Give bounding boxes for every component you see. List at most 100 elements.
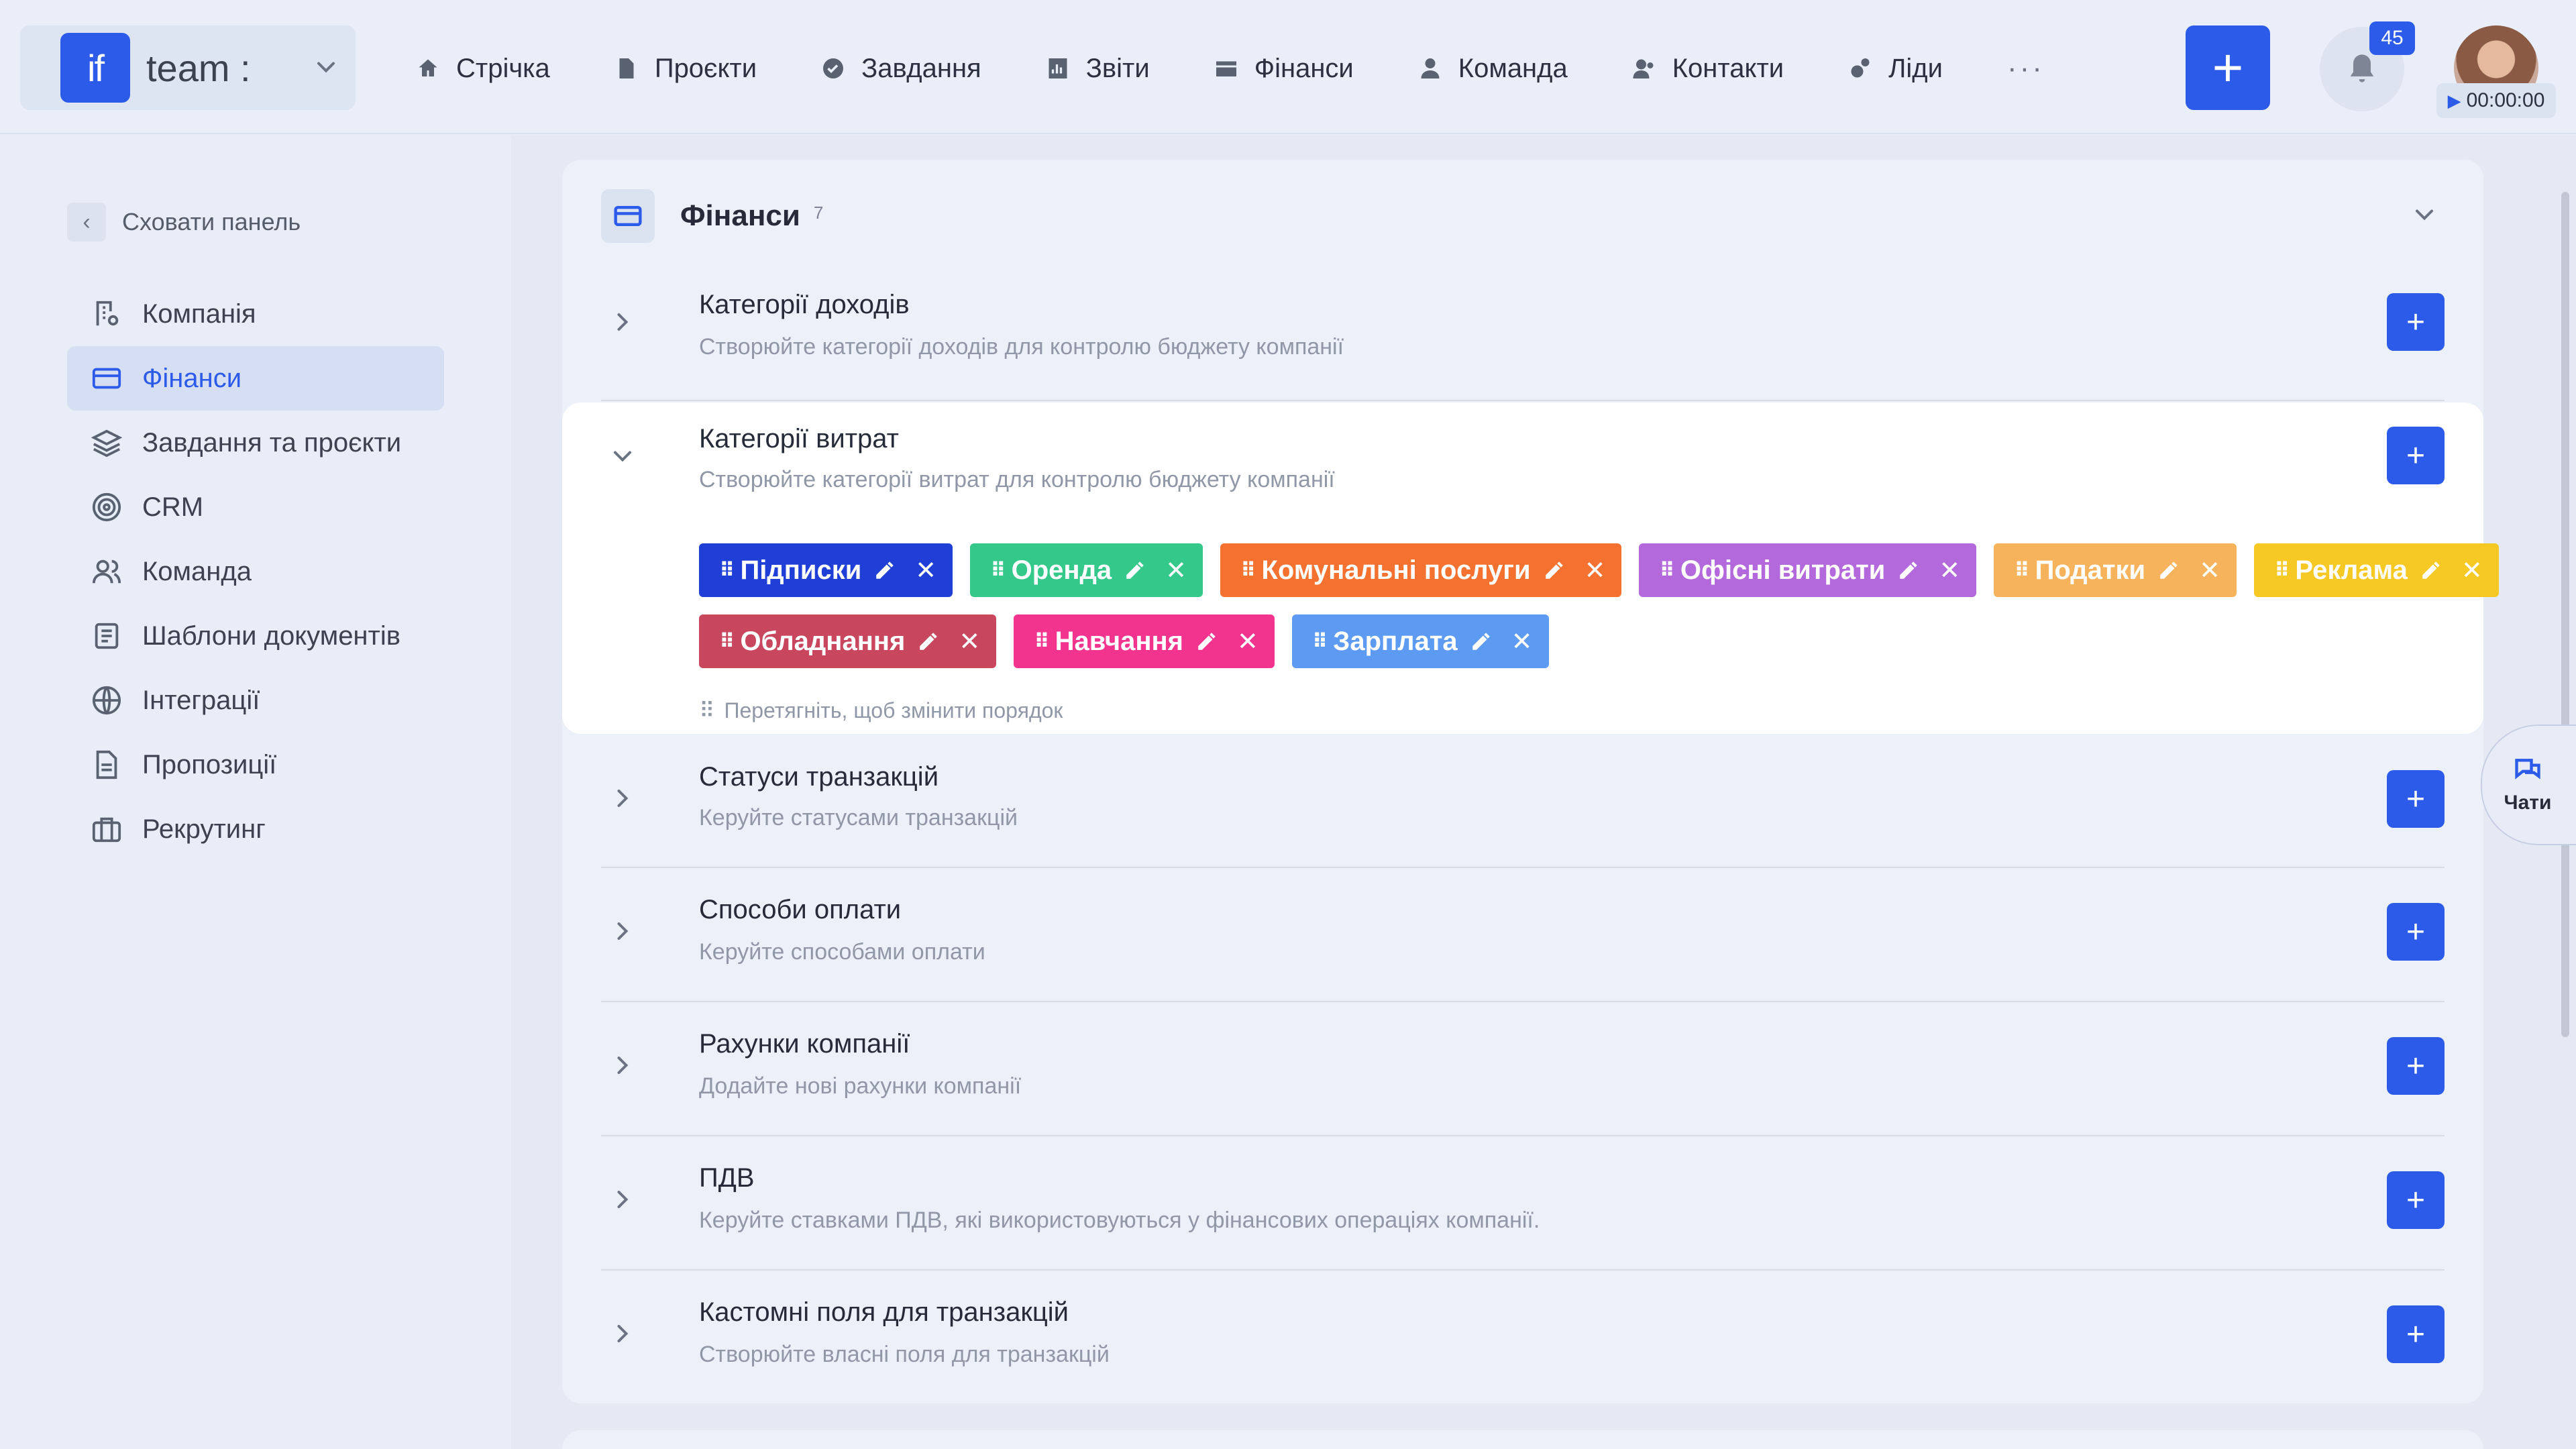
sidebar-item-crm[interactable]: CRM — [67, 475, 444, 539]
section-title: Категорії доходів — [699, 290, 910, 319]
sidebar-item-company[interactable]: Компанія — [67, 282, 444, 346]
report-icon — [1049, 58, 1067, 78]
card-icon — [601, 189, 655, 243]
expense-tag[interactable]: ⠿ Офісні витрати ✕ — [1639, 543, 1977, 597]
drag-handle-icon[interactable]: ⠿ — [990, 559, 1006, 582]
expense-tag[interactable]: ⠿ Зарплата ✕ — [1291, 614, 1549, 668]
drag-handle-icon[interactable]: ⠿ — [2274, 559, 2290, 582]
add-vat-button[interactable]: + — [2387, 1171, 2445, 1229]
add-expense-category-button[interactable]: + — [2387, 427, 2445, 484]
add-custom-field-button[interactable]: + — [2387, 1305, 2445, 1363]
scrollbar[interactable] — [2561, 192, 2569, 1037]
time-tracker[interactable]: ▶ 00:00:00 — [2436, 83, 2556, 118]
sidebar-item-finances[interactable]: Фінанси — [67, 346, 444, 411]
nav-label: Проєкти — [654, 53, 757, 83]
nav-projects[interactable]: Проєкти — [614, 39, 757, 98]
nav-label: Завдання — [861, 53, 981, 83]
expense-tag[interactable]: ⠿ Податки ✕ — [1994, 543, 2237, 597]
chevron-right-icon[interactable] — [608, 1319, 637, 1348]
add-transaction-status-button[interactable]: + — [2387, 770, 2445, 828]
drag-handle-icon[interactable]: ⠿ — [719, 559, 735, 582]
section-custom-fields: Кастомні поля для транзакцій Створюйте в… — [601, 1271, 2445, 1403]
team-icon — [92, 559, 121, 584]
section-subtitle: Керуйте способами оплати — [699, 939, 985, 965]
pencil-icon[interactable] — [2157, 559, 2180, 582]
close-icon[interactable]: ✕ — [2199, 555, 2220, 586]
pencil-icon[interactable] — [1124, 559, 1146, 582]
pencil-icon[interactable] — [917, 630, 940, 653]
team-switcher[interactable]: if team : — [20, 25, 356, 110]
section-title: Кастомні поля для транзакцій — [699, 1297, 1069, 1327]
drag-hint-text: Перетягніть, щоб змінити порядок — [724, 698, 1063, 722]
add-income-category-button[interactable]: + — [2387, 293, 2445, 351]
sidebar-item-doc-templates[interactable]: Шаблони документів — [67, 604, 444, 668]
pencil-icon[interactable] — [1543, 559, 1566, 582]
expense-tag[interactable]: ⠿ Навчання ✕ — [1014, 614, 1275, 668]
pencil-icon[interactable] — [873, 559, 896, 582]
expense-tag[interactable]: ⠿ Підписки ✕ — [699, 543, 953, 597]
pencil-icon[interactable] — [1897, 559, 1920, 582]
section-expense-categories: Категорії витрат Створюйте категорії вит… — [562, 402, 2499, 734]
nav-reports[interactable]: Звіти — [1046, 39, 1150, 98]
chevron-down-icon[interactable] — [608, 441, 637, 471]
drag-handle-icon[interactable]: ⠿ — [1034, 630, 1049, 653]
nav-finances[interactable]: Фінанси — [1214, 39, 1354, 98]
drag-handle-icon[interactable]: ⠿ — [719, 630, 735, 653]
close-icon[interactable]: ✕ — [915, 555, 936, 586]
nav-label: Контакти — [1672, 53, 1784, 83]
nav-leads[interactable]: Ліди — [1848, 39, 1943, 98]
expense-tag[interactable]: ⠿ Оренда ✕ — [970, 543, 1203, 597]
tag-label: Навчання — [1055, 626, 1183, 656]
target-icon — [92, 492, 121, 522]
nav-more-button[interactable]: ··· — [2007, 39, 2045, 98]
tag-label: Реклама — [2295, 555, 2408, 585]
close-icon[interactable]: ✕ — [2461, 555, 2483, 586]
user-icon — [1421, 58, 1440, 78]
chevron-right-icon[interactable] — [608, 784, 637, 813]
nav-contacts[interactable]: Контакти — [1632, 39, 1784, 98]
expense-tag[interactable]: ⠿ Комунальні послуги ✕ — [1220, 543, 1622, 597]
add-payment-method-button[interactable]: + — [2387, 903, 2445, 961]
expense-tag[interactable]: ⠿ Реклама ✕ — [2253, 543, 2499, 597]
close-icon[interactable]: ✕ — [1237, 627, 1258, 657]
close-icon[interactable]: ✕ — [1939, 555, 1960, 586]
drag-handle-icon[interactable]: ⠿ — [1240, 559, 1256, 582]
sidebar-item-integrations[interactable]: Інтеграції — [67, 668, 444, 733]
drag-handle-icon[interactable]: ⠿ — [1659, 559, 1674, 582]
chevron-down-icon[interactable] — [2410, 200, 2439, 229]
sidebar-item-team[interactable]: Команда — [67, 539, 444, 604]
chevron-right-icon[interactable] — [608, 1051, 637, 1080]
file-icon — [96, 750, 117, 780]
hide-panel-button[interactable]: ‹ Сховати панель — [67, 203, 301, 241]
chevron-right-icon[interactable] — [608, 1185, 637, 1214]
add-company-account-button[interactable]: + — [2387, 1037, 2445, 1095]
sidebar-item-recruiting[interactable]: Рекрутинг — [67, 797, 444, 861]
close-icon[interactable]: ✕ — [1511, 627, 1533, 657]
pencil-icon[interactable] — [1470, 630, 1493, 653]
pencil-icon[interactable] — [2420, 559, 2443, 582]
drag-handle-icon[interactable]: ⠿ — [2014, 559, 2029, 582]
sidebar-item-tasks-projects[interactable]: Завдання та проєкти — [67, 411, 444, 475]
bell-icon — [2350, 54, 2374, 83]
global-add-button[interactable]: + — [2186, 25, 2270, 110]
pencil-icon[interactable] — [1195, 630, 1218, 653]
nav-team[interactable]: Команда — [1418, 39, 1568, 98]
close-icon[interactable]: ✕ — [959, 627, 980, 657]
section-subtitle: Створюйте категорії витрат для контролю … — [699, 467, 1335, 492]
tag-label: Комунальні послуги — [1261, 555, 1531, 585]
drag-handle-icon[interactable]: ⠿ — [1312, 630, 1328, 653]
top-bar: if team : Стрічка Проєкти Завдання Звіти… — [0, 0, 2576, 134]
close-icon[interactable]: ✕ — [1165, 555, 1187, 586]
nav-feed[interactable]: Стрічка — [416, 39, 550, 98]
app-logo: if — [60, 33, 130, 103]
sidebar-item-proposals[interactable]: Пропозиції — [67, 733, 444, 797]
close-icon[interactable]: ✕ — [1585, 555, 1606, 586]
section-title: Статуси транзакцій — [699, 762, 939, 792]
nav-tasks[interactable]: Завдання — [821, 39, 981, 98]
drag-hint: ⠿ Перетягніть, щоб змінити порядок — [699, 698, 1063, 723]
chevron-right-icon[interactable] — [608, 916, 637, 946]
chevron-right-icon[interactable] — [608, 307, 637, 337]
card-header[interactable]: Фінанси 7 — [601, 186, 2446, 246]
expense-tag[interactable]: ⠿ Обладнання ✕ — [699, 614, 997, 668]
section-subtitle: Створюйте власні поля для транзакцій — [699, 1342, 1110, 1367]
